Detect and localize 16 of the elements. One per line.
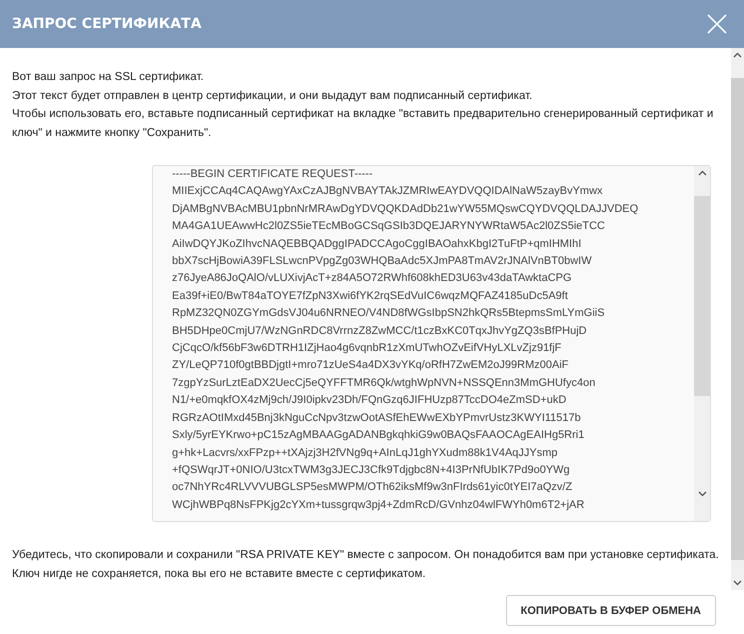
intro-text: Этот текст будет отправлен в центр сертификации, и они выдадут вам подписанный сертификат. [12, 88, 534, 104]
scroll-up-icon[interactable] [698, 170, 706, 176]
scroll-down-icon[interactable] [698, 491, 706, 497]
scroll-up-icon[interactable] [733, 52, 742, 58]
close-button[interactable] [706, 13, 728, 35]
scrollbar[interactable] [694, 166, 710, 521]
copy-button[interactable]: КОПИРОВАТЬ В БУФЕР ОБМЕНА [506, 595, 716, 626]
intro-text: Вот ваш запрос на SSL сертификат. [12, 70, 205, 85]
intro-text: Чтобы использовать его, вставьте подписанный сертификат на вкладке "вставить предварительно сгенерированный сертификат и ключ" и нажмите кнопку "Сохранить". [12, 107, 714, 140]
dialog-title: ЗАПРОС СЕРТИФИКАТА [12, 16, 202, 32]
certificate-text-field[interactable]: -----BEGIN CERTIFICATE REQUEST----- MIIExjCCAq4CAQAwgYAxCzAJBgNVBAYTAkJZMRIwEAYDVQQIDAlNaW5zayBvYmwx DjAMBgNVBAcMBU1pbnNrMRAwDgYDVQQKDAdDb21wYW55MQswCQYDVQQLDAJJVDEQ MA4GA1UEAwwHc2l0ZS5ieTEcMBoGCSqGSIb3DQEJARYNYWRtaW5Ac2l0ZS5ieTCC AiIwDQYJKoZIhvcNAQEBBQADggIPADCCAgoCggIBAOahxKbgI2TuFtP+qmIHMIhI bbX7scHjBowiA39FLSLwcnPVpgZg03WHQBaAdc5XJmPA8TmAV2rJNAlVnBT0bwIW z76JyeA86JoQAlO/vLUXivjAcT+z84A5O72RWhf608khED3U63v43daTAwktaCPG Ea39f+iE0/BwT84aTOYE7fZpN3Xwi6fYK2rqSEdVuIC6wqzMQFAZ4185uDc5A9ft RpMZ32QN0ZGYmGdsVJ04u6NRNEO/V4ND8fWGsIbpSN2hkQRs5BtepmsSmLYmGiiS BH5DHpe0CmjU7/WzNGnRDC8VrrnzZ8ZwMCC/t1czBxKC0TqxJhvYgZQ3sBfPHujD CjCqcO/kf56bF3w6DTRH1IZjHao4g6vqnbR1zXmUTwhOZvEifVHyLXLvZjz91fjF ZY/LeQP710f0gtBBDjgtI+mro71zUeS4a4DX3vYKq/oRfH7ZwEM2oJ99RMz00AiF 7zgpYzSurLztEaDX2UecCj5eQYFFTMR6Qk/wtghWpNVN+NSSQEnn3MmGHUfyc4on N1/+e0mqkfOX4zMj9ch/J9I0ipkv23Dh/FQnGzq6JIFHUzp87TccDO4eZmSD+ukD RGRzAOtIMxd45Bnj3kNguCcNpv3tzwOotASfEhEWwEXbYPmvrUstz3KWYI11517b Sxly/5yrEYKrwo+pC15zAgMBAAGgADANBgkqhkiG9w0BAQsFAAOCAgEAIHg5Rri1 g+hk+Lacvrs/xxFPzp++tXAjzj3H2fVNg9q+AInLqJ1ghYXudm88k1V4AqJJYsmp +fQSWqrJT+0NIO/U3tcxTWM3g3JECJ3Cfk9Tdjgbc8N+4I3PrNfUbIK7Pd9o0YWg oc7NhYRc4RLVVVUBGLSP5esMWPM/OTh62iksMf9w3nFIrds61yic0tYEI7aQzv/Z WCjhWBPq8NsFPKjg2cYXm+tussgrqw3pj4+ZdmRcD/GVnhz04wlFWYh0m6T2+jAR [152, 165, 711, 522]
notice-text: Убедитесь, что скопировали и сохранили "RSA PRIVATE KEY" вместе с запросом. Он понадобится вам при установке сертификата. [12, 548, 719, 563]
notice-text: Ключ нигде не сохраняется, пока вы его не вставите вместе с сертификатом. [12, 566, 427, 582]
scroll-down-icon[interactable] [733, 580, 742, 586]
page-scrollbar[interactable] [731, 48, 744, 590]
close-icon [706, 13, 728, 35]
